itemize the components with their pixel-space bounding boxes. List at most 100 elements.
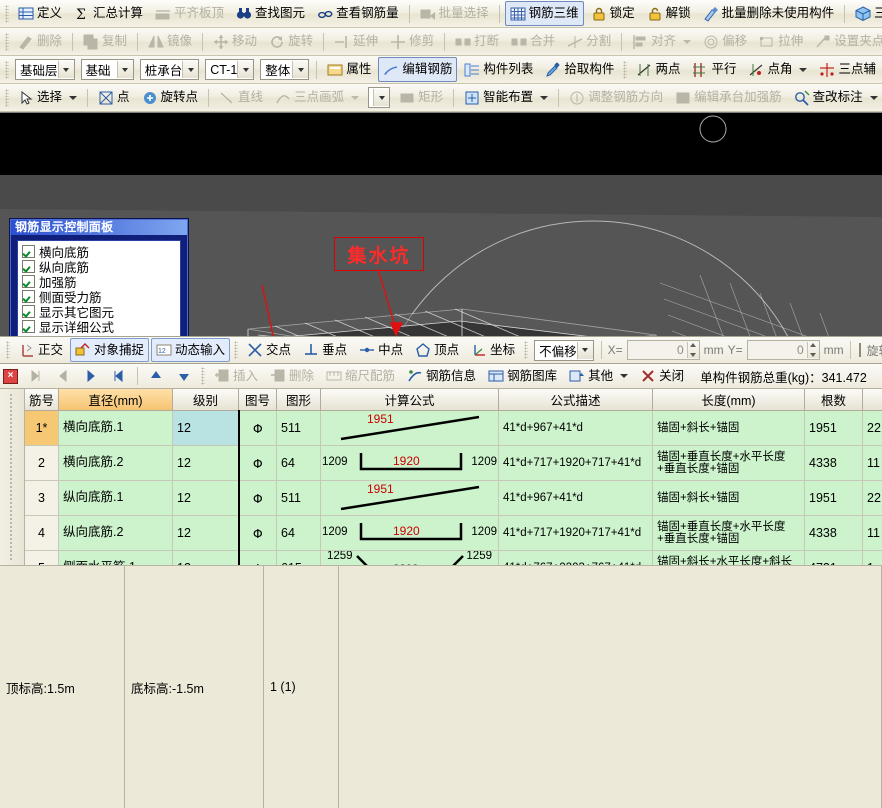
toolbar-grip[interactable]: [524, 341, 528, 359]
table-header-grade[interactable]: 级别: [173, 389, 239, 411]
close-panel-button[interactable]: ×: [3, 369, 18, 384]
table-cell-code[interactable]: 64: [277, 446, 321, 481]
checkbox[interactable]: [22, 260, 35, 273]
table-cell-num[interactable]: 1*: [25, 411, 59, 446]
table-cell-code[interactable]: 615: [277, 551, 321, 566]
chevron-down-icon[interactable]: [117, 61, 133, 78]
toolbar-grip[interactable]: [6, 341, 10, 359]
toolbar-selector-parallel[interactable]: 平行: [687, 57, 741, 82]
snap-toggle-intersection-snap[interactable]: 交点: [242, 338, 296, 362]
toolbar-grip[interactable]: [234, 341, 238, 359]
toolbar-grip[interactable]: [5, 33, 9, 51]
table-cell-shape[interactable]: 1209 1920 1209: [321, 516, 499, 551]
table-cell-shape[interactable]: 1951: [321, 481, 499, 516]
chevron-down-icon[interactable]: [292, 61, 308, 78]
chevron-down-icon[interactable]: [870, 96, 878, 100]
toolbar-selector-properties[interactable]: 属性: [322, 57, 376, 82]
toolbar-grip[interactable]: [5, 89, 9, 107]
table-cell-count[interactable]: 22: [863, 481, 882, 516]
snap-toggle-ortho[interactable]: 正交: [14, 338, 68, 362]
toolbar-grip[interactable]: [623, 61, 627, 79]
checkbox[interactable]: [22, 305, 35, 318]
snap-toggle-vertex-snap[interactable]: 顶点: [410, 338, 464, 362]
table-cell-count[interactable]: 11: [863, 446, 882, 481]
table-cell-shape[interactable]: 1951: [321, 411, 499, 446]
toolbar-selector-point-angle[interactable]: 点角: [743, 57, 812, 82]
table-cell-name[interactable]: 侧面水平筋.1: [59, 551, 173, 566]
toolbar-draw-point[interactable]: 点: [93, 85, 135, 110]
table-row[interactable]: 5侧面水平筋.112Φ615 1259 45 2203 1259 45 41*d…: [25, 551, 882, 566]
table-cell-diameter[interactable]: 12: [173, 411, 239, 446]
toolbar-main-sigma[interactable]: Σ汇总计算: [69, 1, 148, 26]
toolbar-draw-check-annotation[interactable]: 查改标注: [789, 85, 882, 110]
table-header-overflow[interactable]: [863, 389, 882, 411]
toolbar-main-cube-3d[interactable]: 三维: [850, 1, 882, 26]
table-header-count[interactable]: 根数: [805, 389, 863, 411]
table-cell-grade[interactable]: Φ: [239, 411, 277, 446]
table-cell-description[interactable]: 锚固+斜长+锚固: [653, 481, 805, 516]
table-header-code[interactable]: 图号: [239, 389, 277, 411]
toolbar-draw-smart-layout[interactable]: 智能布置: [459, 85, 553, 110]
chevron-down-icon[interactable]: [620, 374, 628, 378]
table-cell-formula[interactable]: 41*d+717+1920+717+41*d: [499, 516, 653, 551]
toolbar-main-define[interactable]: 定义: [13, 1, 67, 26]
combo-category[interactable]: 基础: [81, 59, 134, 80]
toolbar-main-unlock[interactable]: 解锁: [642, 1, 696, 26]
combo-floor[interactable]: 基础层: [15, 59, 75, 80]
table-cell-num[interactable]: 2: [25, 446, 59, 481]
grid-close-grid[interactable]: 关闭: [635, 365, 689, 388]
snap-toggle-perpendicular-snap[interactable]: 垂点: [298, 338, 352, 362]
grid-rebar-info[interactable]: 钢筋信息: [402, 365, 481, 388]
combo-scope[interactable]: 整体: [260, 59, 309, 80]
table-cell-formula[interactable]: 41*d+967+41*d: [499, 481, 653, 516]
table-cell-num[interactable]: 5: [25, 551, 59, 566]
table-cell-formula[interactable]: 41*d+967+41*d: [499, 411, 653, 446]
table-cell-diameter[interactable]: 12: [173, 551, 239, 566]
checkbox[interactable]: [22, 320, 35, 333]
table-cell-grade[interactable]: Φ: [239, 481, 277, 516]
table-cell-grade[interactable]: Φ: [239, 446, 277, 481]
table-cell-length[interactable]: 1951: [805, 481, 863, 516]
table-cell-description[interactable]: 锚固+垂直长度+水平长度+垂直长度+锚固: [653, 446, 805, 481]
chevron-down-icon[interactable]: [373, 89, 389, 106]
toolbar-selector-component-list[interactable]: 构件列表: [459, 57, 538, 82]
checkbox[interactable]: [22, 290, 35, 303]
table-cell-code[interactable]: 511: [277, 411, 321, 446]
table-cell-diameter[interactable]: 12: [173, 481, 239, 516]
table-cell-length[interactable]: 4338: [805, 516, 863, 551]
chevron-down-icon[interactable]: [799, 68, 807, 72]
snap-toggle-midpoint-snap[interactable]: 中点: [354, 338, 408, 362]
table-cell-name[interactable]: 横向底筋.1: [59, 411, 173, 446]
table-cell-formula[interactable]: 41*d+717+1920+717+41*d: [499, 446, 653, 481]
table-row[interactable]: 4纵向底筋.212Φ64 1209 1920 1209 41*d+717+192…: [25, 516, 882, 551]
table-cell-count[interactable]: 11: [863, 516, 882, 551]
table-cell-length[interactable]: 4338: [805, 446, 863, 481]
nav-up-button[interactable]: [143, 365, 169, 388]
table-row[interactable]: 1*横向底筋.112Φ511 1951 41*d+967+41*d锚固+斜长+锚…: [25, 411, 882, 446]
snap-toggle-object-snap[interactable]: 对象捕捉: [70, 338, 149, 362]
table-cell-length[interactable]: 1951: [805, 411, 863, 446]
toolbar-draw-arrow-select[interactable]: 选择: [13, 85, 82, 110]
chevron-down-icon[interactable]: [540, 96, 548, 100]
coord-y-stepper[interactable]: [807, 342, 819, 358]
nav-down-button[interactable]: [171, 365, 197, 388]
table-cell-num[interactable]: 4: [25, 516, 59, 551]
table-cell-length[interactable]: 4721: [805, 551, 863, 566]
combo-component_name[interactable]: CT-1: [205, 59, 254, 80]
table-cell-grade[interactable]: Φ: [239, 551, 277, 566]
table-header-num[interactable]: 筋号: [25, 389, 59, 411]
table-cell-num[interactable]: 3: [25, 481, 59, 516]
toolbar-selector-two-point[interactable]: 两点: [631, 57, 685, 82]
toolbar-main-batch-delete[interactable]: 批量删除未使用构件: [698, 1, 840, 26]
rebar-panel-item-5[interactable]: 显示详细公式: [22, 319, 176, 334]
table-cell-diameter[interactable]: 12: [173, 446, 239, 481]
nav-next-button[interactable]: [78, 365, 104, 388]
nav-last-button[interactable]: [106, 365, 132, 388]
viewport-3d[interactable]: Z X Y 集水坑 D C 2 B 钢筋显示控制面板 横向底筋纵向底筋加强筋侧面…: [0, 112, 882, 336]
checkbox[interactable]: [22, 275, 35, 288]
combo-component_type[interactable]: 桩承台: [140, 59, 200, 80]
grid-other[interactable]: 其他: [564, 365, 633, 388]
chevron-down-icon[interactable]: [237, 61, 253, 78]
table-cell-diameter[interactable]: 12: [173, 516, 239, 551]
chevron-down-icon[interactable]: [182, 61, 198, 78]
